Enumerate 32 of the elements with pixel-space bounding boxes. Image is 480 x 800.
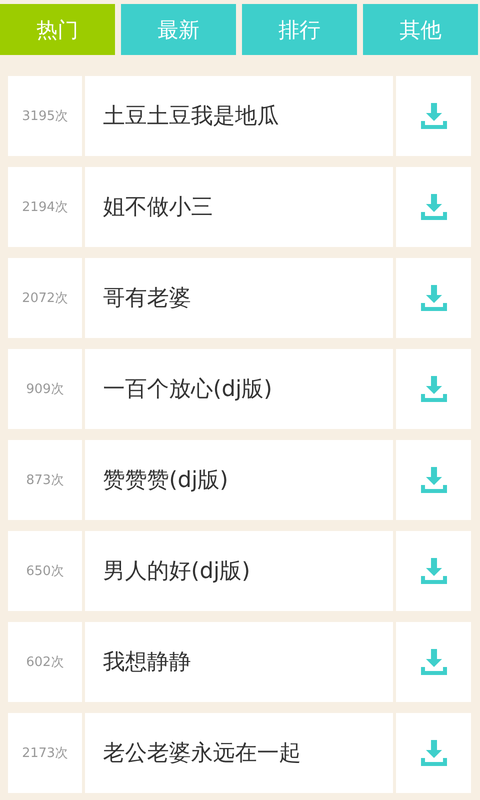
song-title[interactable]: 老公老婆永远在一起 (85, 713, 393, 793)
download-button[interactable] (396, 167, 471, 247)
play-count: 2194次 (8, 167, 82, 247)
download-icon (420, 557, 448, 585)
download-icon (420, 193, 448, 221)
download-icon (420, 284, 448, 312)
play-count: 3195次 (8, 76, 82, 156)
download-button[interactable] (396, 531, 471, 611)
play-count: 909次 (8, 349, 82, 429)
play-count: 873次 (8, 440, 82, 520)
download-button[interactable] (396, 258, 471, 338)
download-icon (420, 102, 448, 130)
download-icon (420, 648, 448, 676)
download-button[interactable] (396, 713, 471, 793)
song-title[interactable]: 赞赞赞(dj版) (85, 440, 393, 520)
song-title[interactable]: 我想静静 (85, 622, 393, 702)
download-button[interactable] (396, 622, 471, 702)
song-title[interactable]: 男人的好(dj版) (85, 531, 393, 611)
download-icon (420, 466, 448, 494)
download-icon (420, 375, 448, 403)
download-button[interactable] (396, 440, 471, 520)
song-title[interactable]: 一百个放心(dj版) (85, 349, 393, 429)
song-title[interactable]: 哥有老婆 (85, 258, 393, 338)
play-count: 2072次 (8, 258, 82, 338)
download-icon (420, 739, 448, 767)
song-title[interactable]: 土豆土豆我是地瓜 (85, 76, 393, 156)
play-count: 602次 (8, 622, 82, 702)
download-button[interactable] (396, 349, 471, 429)
play-count: 650次 (8, 531, 82, 611)
play-count: 2173次 (8, 713, 82, 793)
song-title[interactable]: 姐不做小三 (85, 167, 393, 247)
download-button[interactable] (396, 76, 471, 156)
